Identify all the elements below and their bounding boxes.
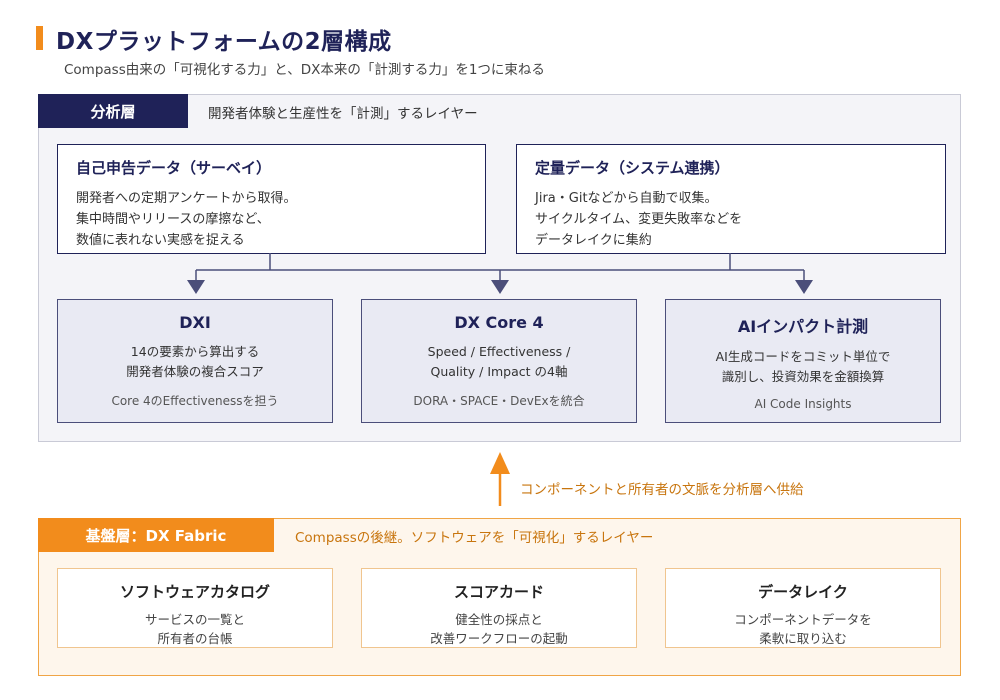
arrow-up-icon xyxy=(490,452,510,474)
source-to-metric-connectors xyxy=(195,253,805,282)
fabric-desc-line: 健全性の採点と xyxy=(455,612,543,627)
arrowhead-down-icon xyxy=(491,280,509,294)
fabric-layer-description: Compassの後継。ソフトウェアを「可視化」するレイヤー xyxy=(295,530,654,546)
arrowhead-down-icon xyxy=(187,280,205,294)
arrowhead-down-icon xyxy=(795,280,813,294)
fabric-item-description: コンポーネントデータを 柔軟に取り込む xyxy=(666,610,940,648)
fabric-item-title: データレイク xyxy=(758,583,848,601)
fabric-desc-line: 柔軟に取り込む xyxy=(759,631,847,646)
fabric-link-label: コンポーネントと所有者の文脈を分析層へ供給 xyxy=(520,482,804,498)
fabric-item-description: 健全性の採点と 改善ワークフローの起動 xyxy=(362,610,636,648)
fabric-layer-panel: 基盤層：DX Fabric Compassの後継。ソフトウェアを「可視化」するレ… xyxy=(38,518,961,676)
fabric-layer-tag: 基盤層：DX Fabric xyxy=(38,518,274,552)
fabric-item-title: スコアカード xyxy=(453,583,544,601)
fabric-box-software-catalog: ソフトウェアカタログ サービスの一覧と 所有者の台帳 xyxy=(57,568,333,648)
fabric-item-title: ソフトウェアカタログ xyxy=(119,583,270,601)
fabric-desc-line: コンポーネントデータを xyxy=(734,612,872,627)
fabric-desc-line: 所有者の台帳 xyxy=(157,631,233,646)
fabric-desc-line: 改善ワークフローの起動 xyxy=(430,631,568,646)
fabric-box-data-lake: データレイク コンポーネントデータを 柔軟に取り込む xyxy=(665,568,941,648)
fabric-item-description: サービスの一覧と 所有者の台帳 xyxy=(58,610,332,648)
fabric-box-scorecard: スコアカード 健全性の採点と 改善ワークフローの起動 xyxy=(361,568,637,648)
fabric-desc-line: サービスの一覧と xyxy=(144,612,245,627)
